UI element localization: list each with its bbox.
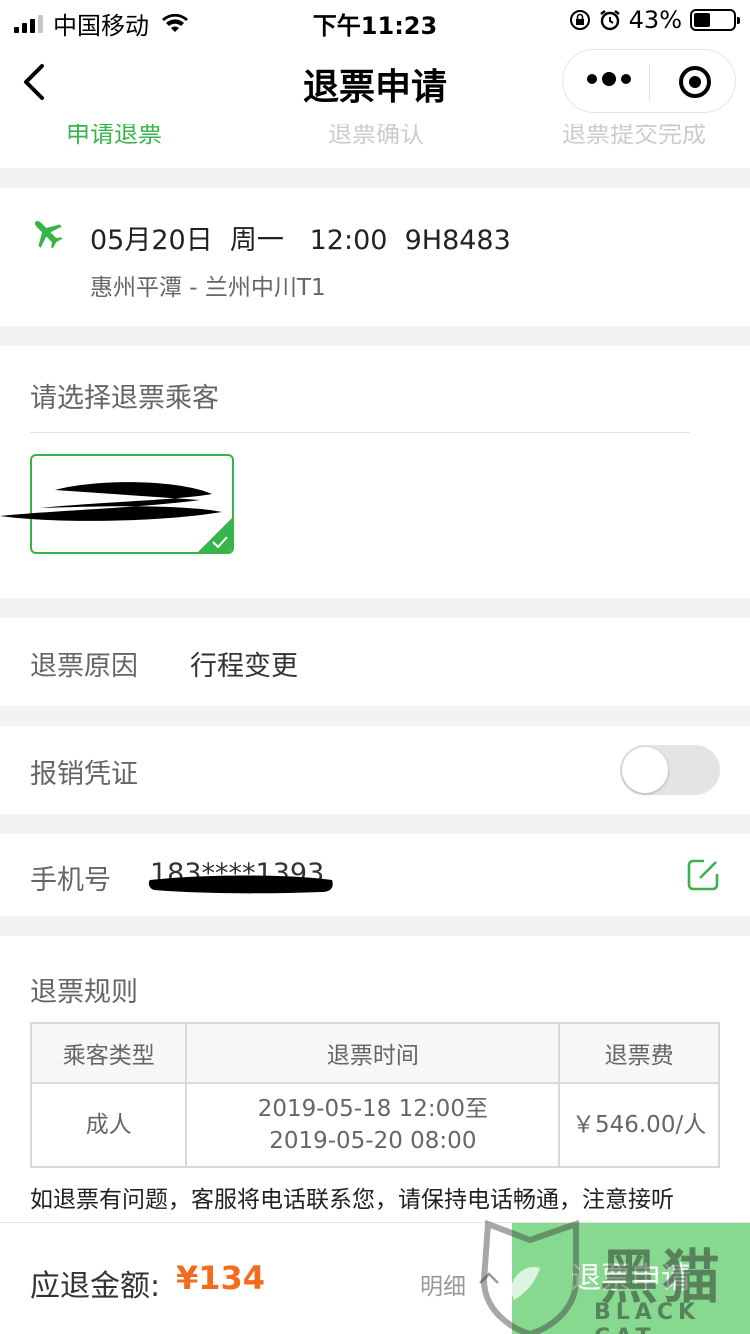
step-confirm: 退票确认 bbox=[328, 124, 424, 148]
redaction-scribble bbox=[148, 875, 333, 894]
flight-route: 惠州平潭 - 兰州中川T1 bbox=[90, 275, 326, 301]
invoice-toggle[interactable] bbox=[620, 745, 720, 795]
invoice-row: 报销凭证 bbox=[0, 726, 750, 814]
black-cat-watermark: 黑猫 BLACK CAT bbox=[480, 1220, 750, 1334]
refund-amount: ¥134 bbox=[176, 1259, 266, 1297]
table-header-row: 乘客类型 退票时间 退票费 bbox=[29, 1022, 720, 1084]
flight-date-time-number: 05月20日 周一 12:00 9H8483 bbox=[90, 225, 511, 256]
phone-row: 手机号 183****1393 bbox=[0, 834, 750, 916]
orientation-lock-icon bbox=[569, 10, 590, 30]
step-complete: 退票提交完成 bbox=[562, 124, 706, 148]
refund-amount-label: 应退金额: bbox=[30, 1269, 161, 1304]
cat-logo-icon bbox=[480, 1220, 579, 1334]
battery-fill bbox=[694, 13, 711, 27]
progress-steps: 申请退票 退票确认 退票提交完成 bbox=[0, 124, 750, 168]
toggle-knob bbox=[622, 747, 668, 793]
redaction-scribble bbox=[0, 482, 222, 521]
step-apply: 申请退票 bbox=[66, 124, 162, 148]
refund-time-start: 2019-05-18 12:00至 bbox=[257, 1096, 488, 1122]
refund-reason-label: 退票原因 bbox=[30, 651, 138, 682]
passenger-section-label: 请选择退票乘客 bbox=[30, 383, 219, 414]
table-header: 退票时间 bbox=[185, 1022, 561, 1084]
close-miniprogram-icon[interactable] bbox=[679, 66, 711, 98]
refund-time-cell: 2019-05-18 12:00至 2019-05-20 08:00 bbox=[185, 1082, 561, 1168]
airplane-icon bbox=[34, 220, 63, 249]
refund-reason-value: 行程变更 bbox=[190, 651, 298, 682]
passenger-type-cell: 成人 bbox=[29, 1082, 188, 1168]
refund-rules-section: 退票规则 乘客类型 退票时间 退票费 成人 2019-05-18 12:00至 … bbox=[0, 936, 750, 1226]
status-right: 43% bbox=[569, 6, 740, 34]
invoice-label: 报销凭证 bbox=[30, 759, 138, 790]
battery-icon bbox=[690, 9, 740, 31]
flight-info-card: 05月20日 周一 12:00 9H8483 惠州平潭 - 兰州中川T1 bbox=[0, 188, 750, 326]
status-bar: 中国移动 下午11:23 43% bbox=[0, 0, 750, 40]
table-header: 退票费 bbox=[558, 1022, 720, 1084]
battery-percent: 43% bbox=[628, 6, 682, 34]
nav-bar: 退票申请 bbox=[0, 40, 750, 124]
refund-rules-table: 乘客类型 退票时间 退票费 成人 2019-05-18 12:00至 2019-… bbox=[29, 1022, 720, 1168]
refund-rules-label: 退票规则 bbox=[30, 977, 138, 1008]
alarm-icon bbox=[599, 10, 620, 31]
miniprogram-capsule bbox=[562, 49, 736, 113]
capsule-divider bbox=[649, 64, 650, 100]
refund-fee-cell: ￥546.00/人 bbox=[558, 1082, 720, 1168]
table-header: 乘客类型 bbox=[29, 1022, 188, 1084]
table-row: 成人 2019-05-18 12:00至 2019-05-20 08:00 ￥5… bbox=[29, 1082, 720, 1168]
checkmark-icon bbox=[212, 536, 228, 548]
refund-note: 如退票有问题，客服将电话联系您，请保持电话畅通，注意接听 bbox=[30, 1187, 674, 1213]
watermark-text-en: BLACK CAT bbox=[594, 1300, 701, 1334]
divider bbox=[30, 432, 690, 433]
phone-label: 手机号 bbox=[30, 865, 111, 896]
more-options-icon[interactable] bbox=[587, 72, 631, 86]
refund-reason-row[interactable]: 退票原因 行程变更 bbox=[0, 618, 750, 706]
detail-link[interactable]: 明细 bbox=[420, 1267, 466, 1301]
refund-time-end: 2019-05-20 08:00 bbox=[269, 1128, 477, 1154]
edit-icon[interactable] bbox=[686, 858, 720, 892]
